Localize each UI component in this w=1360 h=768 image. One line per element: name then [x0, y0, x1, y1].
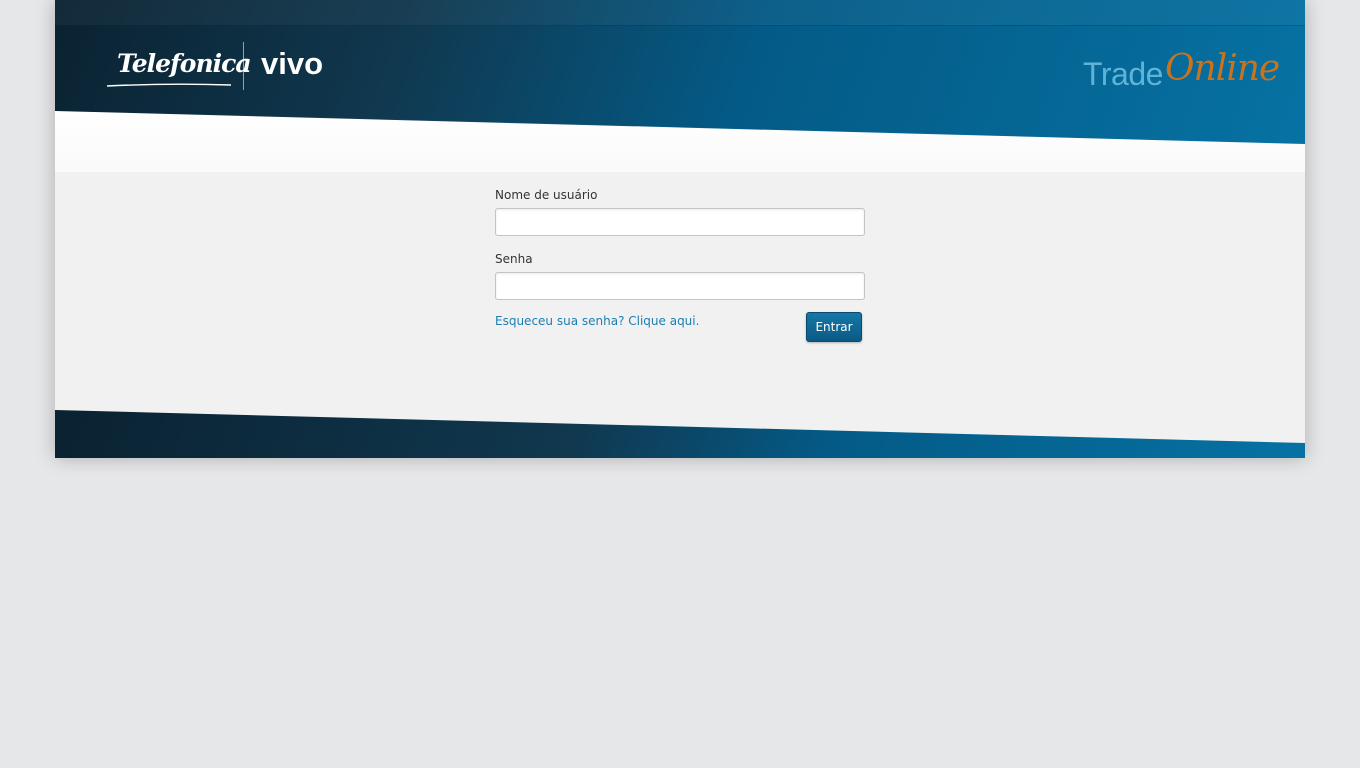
footer-banner — [55, 410, 1305, 458]
forgot-password-link[interactable]: Esqueceu sua senha? Clique aqui. — [495, 314, 699, 328]
password-input[interactable] — [495, 272, 865, 300]
brand-online-text: Online — [1165, 48, 1280, 89]
vivo-logo: vivo — [261, 46, 324, 81]
logo-divider — [243, 42, 244, 90]
telefonica-swoosh-icon — [106, 83, 232, 87]
header: Telefonica vivo Trade Online — [55, 0, 1305, 172]
username-field-group: Nome de usuário — [495, 187, 865, 236]
telefonica-logo: Telefonica — [105, 44, 252, 90]
login-page: Telefonica vivo Trade Online Nome de usu… — [55, 0, 1305, 458]
password-field-group: Senha — [495, 251, 865, 300]
username-label: Nome de usuário — [495, 188, 598, 202]
brand-trade-text: Trade — [1083, 56, 1163, 92]
telefonica-logo-text: Telefonica — [117, 49, 252, 78]
username-input[interactable] — [495, 208, 865, 236]
login-button[interactable]: Entrar — [806, 312, 862, 342]
password-label: Senha — [495, 252, 533, 266]
